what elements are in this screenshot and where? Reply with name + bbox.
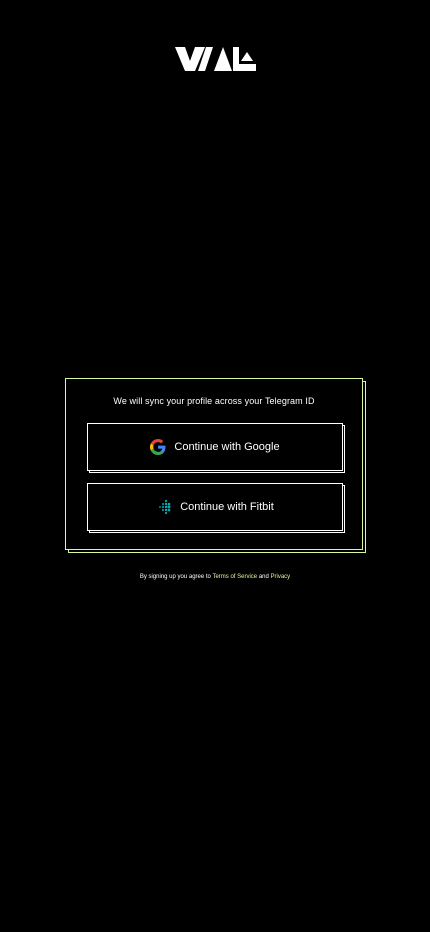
google-button-label: Continue with Google <box>174 441 280 453</box>
legal-conjunction: and <box>258 574 269 580</box>
fitbit-button-wrap: Continue with Fitbit <box>87 483 345 533</box>
continue-with-fitbit-button[interactable]: Continue with Fitbit <box>87 483 343 531</box>
legal-notice: By signing up you agree to Terms of Serv… <box>0 574 430 580</box>
terms-of-service-link[interactable]: Terms of Service <box>212 574 257 580</box>
vial-logo-icon <box>175 47 256 71</box>
continue-with-google-button[interactable]: Continue with Google <box>87 423 343 471</box>
google-button-wrap: Continue with Google <box>87 423 345 473</box>
privacy-link[interactable]: Privacy <box>271 574 291 580</box>
legal-prefix: By signing up you agree to <box>139 574 211 580</box>
fitbit-icon <box>156 499 172 515</box>
card-caption: We will sync your profile across your Te… <box>113 396 315 406</box>
vial-logo <box>175 46 257 72</box>
google-icon <box>150 439 166 455</box>
signin-card: We will sync your profile across your Te… <box>65 378 363 550</box>
fitbit-button-label: Continue with Fitbit <box>180 501 274 513</box>
